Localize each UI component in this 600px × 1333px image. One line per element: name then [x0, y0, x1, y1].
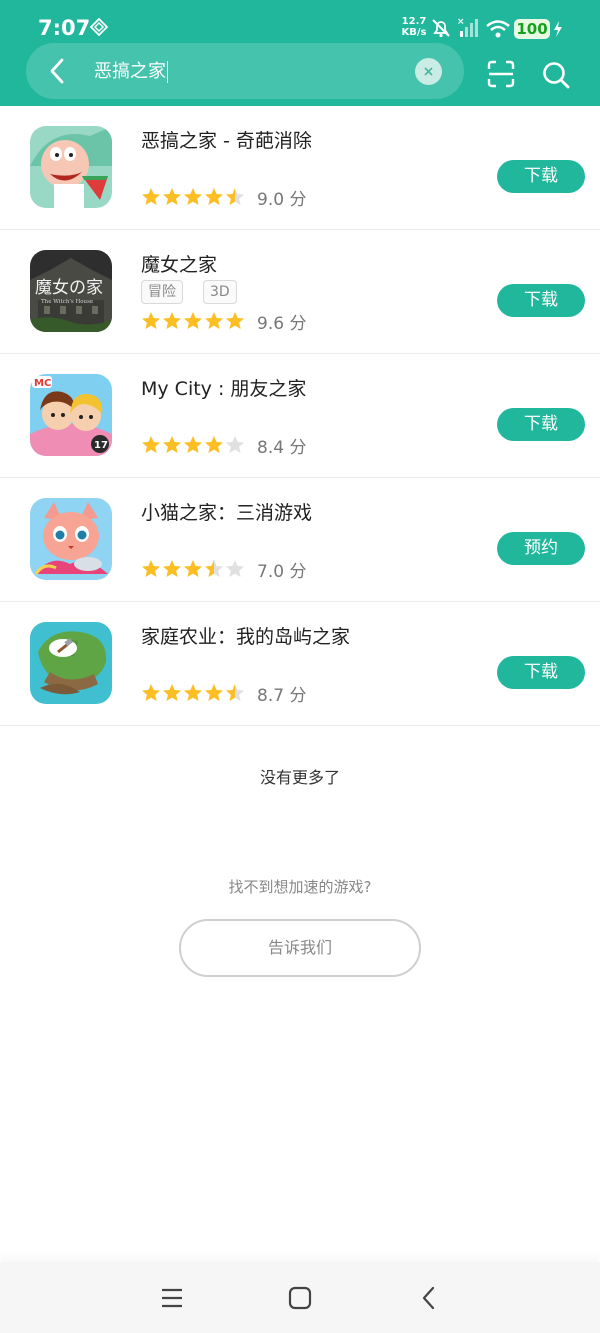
star-half-icon [226, 684, 244, 701]
rating: 8.7 分 [141, 682, 307, 706]
status-time: 7:07 [38, 16, 91, 40]
charging-icon [554, 21, 562, 37]
star-full-icon [184, 312, 202, 329]
score: 7.0 分 [257, 561, 307, 582]
app-icon-logo-text: MC [34, 378, 51, 389]
star-full-icon [142, 312, 160, 329]
star-full-icon [205, 684, 223, 701]
app-icon-kitty-home [30, 498, 112, 580]
star-half-icon [205, 560, 223, 577]
star-full-icon [184, 188, 202, 205]
app-icon-logo-subtext: The Witch's House [41, 299, 93, 305]
star-full-icon [205, 436, 223, 453]
download-button[interactable]: 下载 [497, 656, 585, 689]
app-icon-logo-number: 17 [94, 440, 108, 451]
menu-icon[interactable] [161, 1287, 183, 1309]
star-rating [141, 559, 245, 579]
star-full-icon [142, 560, 160, 577]
app-icon-logo-text: 魔女の家 [35, 278, 103, 298]
search-icon[interactable] [541, 60, 571, 90]
app-icon-family-farm [30, 622, 112, 704]
star-rating [141, 683, 245, 703]
star-full-icon [226, 312, 244, 329]
rating: 7.0 分 [141, 558, 307, 582]
list-item[interactable]: 恶搞之家 - 奇葩消除 9.0 分 下载 [0, 106, 600, 230]
back-icon[interactable] [418, 1285, 440, 1311]
gem-icon [90, 18, 108, 36]
star-full-icon [142, 188, 160, 205]
list-item[interactable]: MC 17 My City : 朋友之家 8.4 分 下载 [0, 354, 600, 478]
tell-us-button[interactable]: 告诉我们 [179, 919, 421, 977]
star-empty-icon [226, 436, 244, 453]
star-full-icon [184, 684, 202, 701]
download-button[interactable]: 下载 [497, 160, 585, 193]
star-rating [141, 311, 245, 331]
battery-icon: 100 [514, 19, 550, 39]
star-full-icon [142, 684, 160, 701]
tag-dimension: 3D [203, 280, 237, 304]
download-button[interactable]: 下载 [497, 284, 585, 317]
star-full-icon [184, 436, 202, 453]
star-full-icon [205, 188, 223, 205]
tag-genre: 冒险 [141, 280, 183, 304]
list-item[interactable]: 魔女の家 The Witch's House 魔女之家 冒险 3D 9.6 分 … [0, 230, 600, 354]
score: 8.4 分 [257, 437, 307, 458]
status-bar: 7:07 12.7 KB/s × 100 [0, 0, 600, 40]
rating: 9.0 分 [141, 186, 307, 210]
clear-icon[interactable] [415, 58, 442, 85]
tag-list: 冒险 3D [141, 280, 237, 304]
list-item[interactable]: 家庭农业：我的岛屿之家 8.7 分 下载 [0, 602, 600, 726]
app-icon-family-guy [30, 126, 112, 208]
list-item[interactable]: 小猫之家：三消游戏 7.0 分 预约 [0, 478, 600, 602]
cant-find-text: 找不到想加速的游戏? [228, 878, 372, 896]
app-icon-witchs-house: 魔女の家 The Witch's House [30, 250, 112, 332]
bell-muted-icon [432, 19, 450, 38]
score: 9.0 分 [257, 189, 307, 210]
star-full-icon [163, 188, 181, 205]
rating: 9.6 分 [141, 310, 307, 334]
star-full-icon [163, 560, 181, 577]
download-button[interactable]: 下载 [497, 408, 585, 441]
star-full-icon [163, 312, 181, 329]
home-icon[interactable] [288, 1286, 312, 1310]
svg-text:×: × [457, 17, 465, 27]
back-arrow-icon[interactable] [44, 55, 72, 87]
score: 9.6 分 [257, 313, 307, 334]
rating: 8.4 分 [141, 434, 307, 458]
reserve-button[interactable]: 预约 [497, 532, 585, 565]
star-full-icon [142, 436, 160, 453]
signal-icon: × [457, 17, 478, 37]
app-name: 小猫之家：三消游戏 [141, 502, 313, 524]
app-icon-my-city: MC 17 [30, 374, 112, 456]
end-of-list-text: 没有更多了 [259, 768, 340, 787]
star-full-icon [163, 436, 181, 453]
star-rating [141, 187, 245, 207]
star-half-icon [226, 188, 244, 205]
app-name: 家庭农业：我的岛屿之家 [141, 626, 351, 648]
star-full-icon [163, 684, 181, 701]
wifi-icon [486, 20, 510, 38]
star-full-icon [205, 312, 223, 329]
score: 8.7 分 [257, 685, 307, 706]
net-speed: 12.7 KB/s [401, 16, 427, 38]
star-full-icon [184, 560, 202, 577]
search-input[interactable]: 恶搞之家 [94, 58, 394, 86]
app-name: 恶搞之家 - 奇葩消除 [141, 130, 312, 152]
app-name: My City : 朋友之家 [141, 378, 307, 400]
app-name: 魔女之家 [141, 254, 218, 276]
text-caret [167, 61, 168, 83]
star-empty-icon [226, 560, 244, 577]
search-results: 恶搞之家 - 奇葩消除 9.0 分 下载 魔女の家 The Witch's Ho… [0, 106, 600, 726]
star-rating [141, 435, 245, 455]
scan-icon[interactable] [487, 60, 515, 88]
